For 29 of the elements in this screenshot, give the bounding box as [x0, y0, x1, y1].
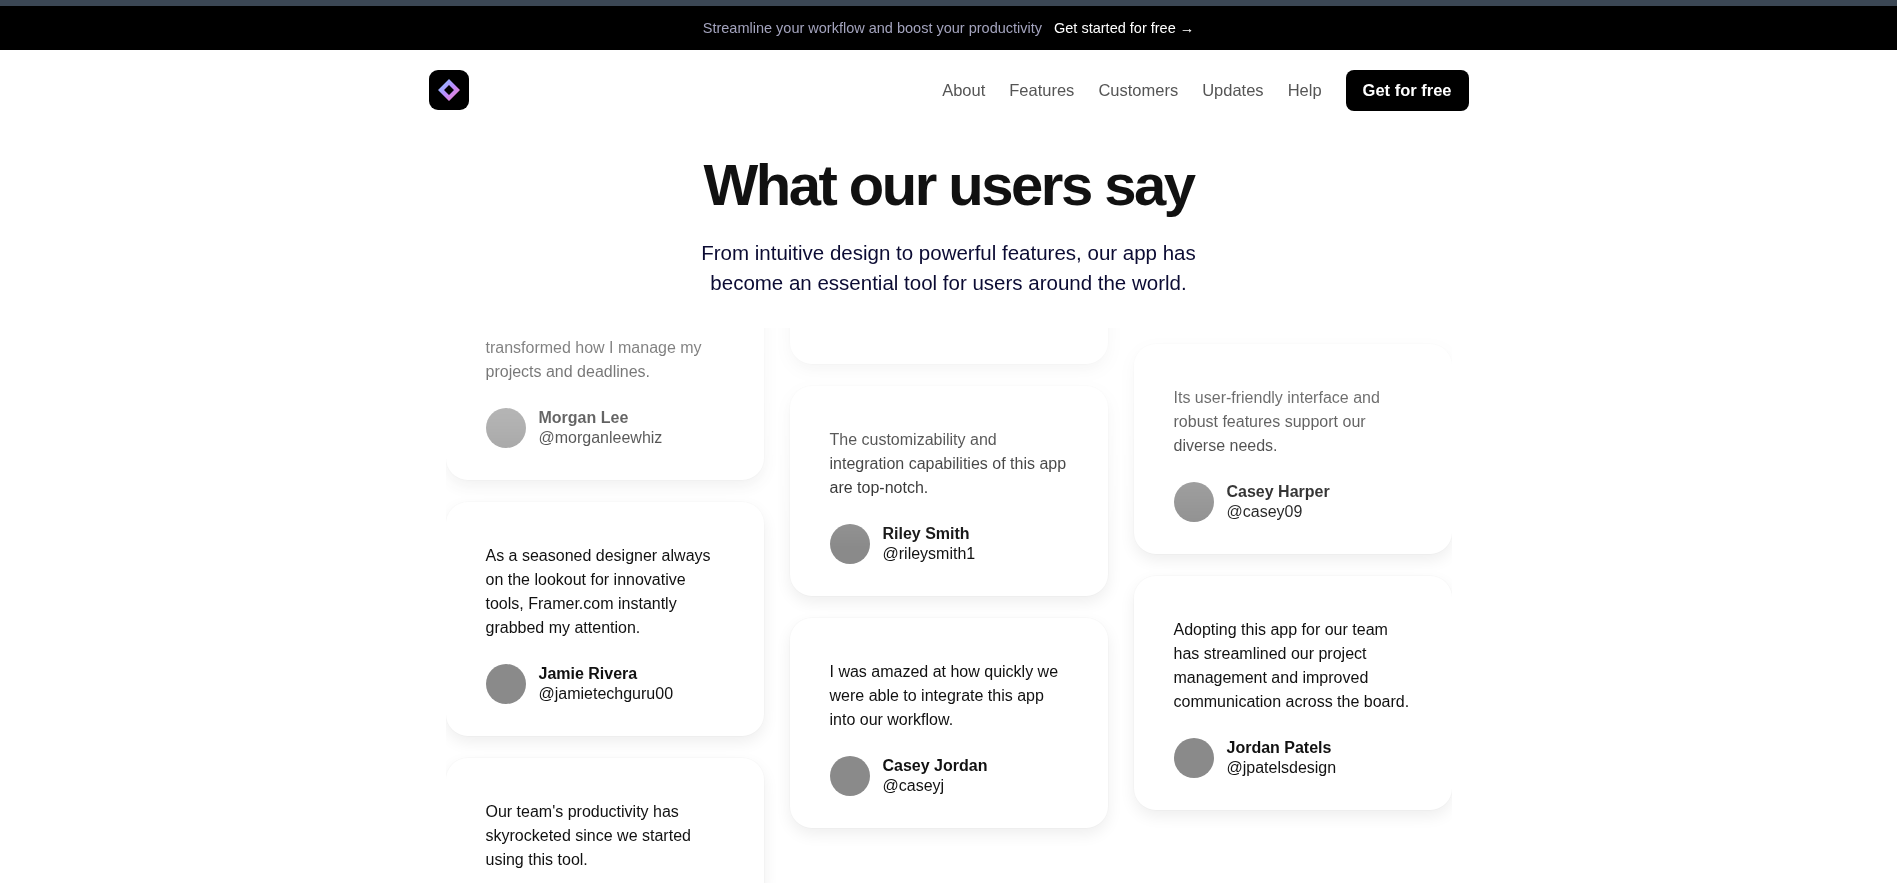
testimonial-quote: I was amazed at how quickly we were able to integrate this app into our workflow. — [829, 662, 1060, 730]
announcement-text: Streamline your workflow and boost your productivity — [702, 20, 1043, 36]
author-name: Jordan Patels — [1226, 738, 1333, 758]
testimonial-quote: Adopting this app for our team has streamlined our project management and improved communication across the board. — [1173, 620, 1411, 712]
author-handle: @jamietechguru00 — [538, 684, 674, 704]
author-name: Casey Harper — [1226, 482, 1330, 502]
author-name: Morgan Lee — [538, 408, 630, 428]
author-name: Jamie Rivera — [538, 664, 639, 684]
get-started-link[interactable]: Get started for free → — [1054, 20, 1195, 36]
author-handle: @jpatelsdesign — [1226, 758, 1337, 778]
author-handle: @casey09 — [1226, 502, 1304, 522]
page-title: What our users say — [702, 151, 1196, 219]
nav-link[interactable]: Updates — [1202, 80, 1264, 100]
author-handle: @morganleewhiz — [538, 428, 663, 448]
testimonial-quote: As a seasoned designer always on the lookout for innovative tools, Framer.com instantly grabbed my attention. — [485, 546, 712, 638]
nav-link[interactable]: Customers — [1098, 80, 1179, 100]
author-handle: @caseyj — [882, 776, 946, 796]
testimonial-quote: transformed how I manage my projects and deadlines. — [485, 338, 703, 382]
get-for-free-button[interactable]: Get for free — [1345, 69, 1469, 111]
nav-link[interactable]: Features — [1009, 80, 1075, 100]
author-name: Riley Smith — [882, 524, 971, 544]
page-subtitle: From intuitive design to powerful features, our app has become an essential tool for users around the world. — [700, 240, 1197, 296]
testimonial-quote: Its user-friendly interface and robust features support our diverse needs. — [1173, 388, 1381, 456]
author-name: Casey Jordan — [882, 756, 988, 776]
nav-link[interactable]: About — [942, 80, 986, 100]
nav-link[interactable]: Help — [1287, 80, 1322, 100]
testimonial-quote: Our team's productivity has skyrocketed since we started using this tool. — [485, 802, 692, 870]
author-handle: @rileysmith1 — [882, 544, 976, 564]
testimonial-quote: The customizability and integration capabilities of this app are top-notch. — [829, 430, 1068, 498]
